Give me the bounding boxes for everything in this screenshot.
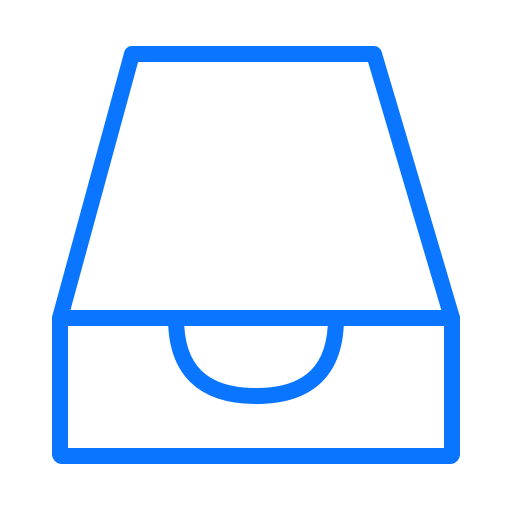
tray-drawer-box [52, 310, 460, 464]
tray-top-outline [52, 46, 460, 326]
icon-canvas [0, 0, 512, 512]
inbox-tray-icon [52, 46, 460, 464]
inbox-tray-stroke-group [52, 46, 460, 464]
tray-drawer-notch [52, 310, 460, 404]
